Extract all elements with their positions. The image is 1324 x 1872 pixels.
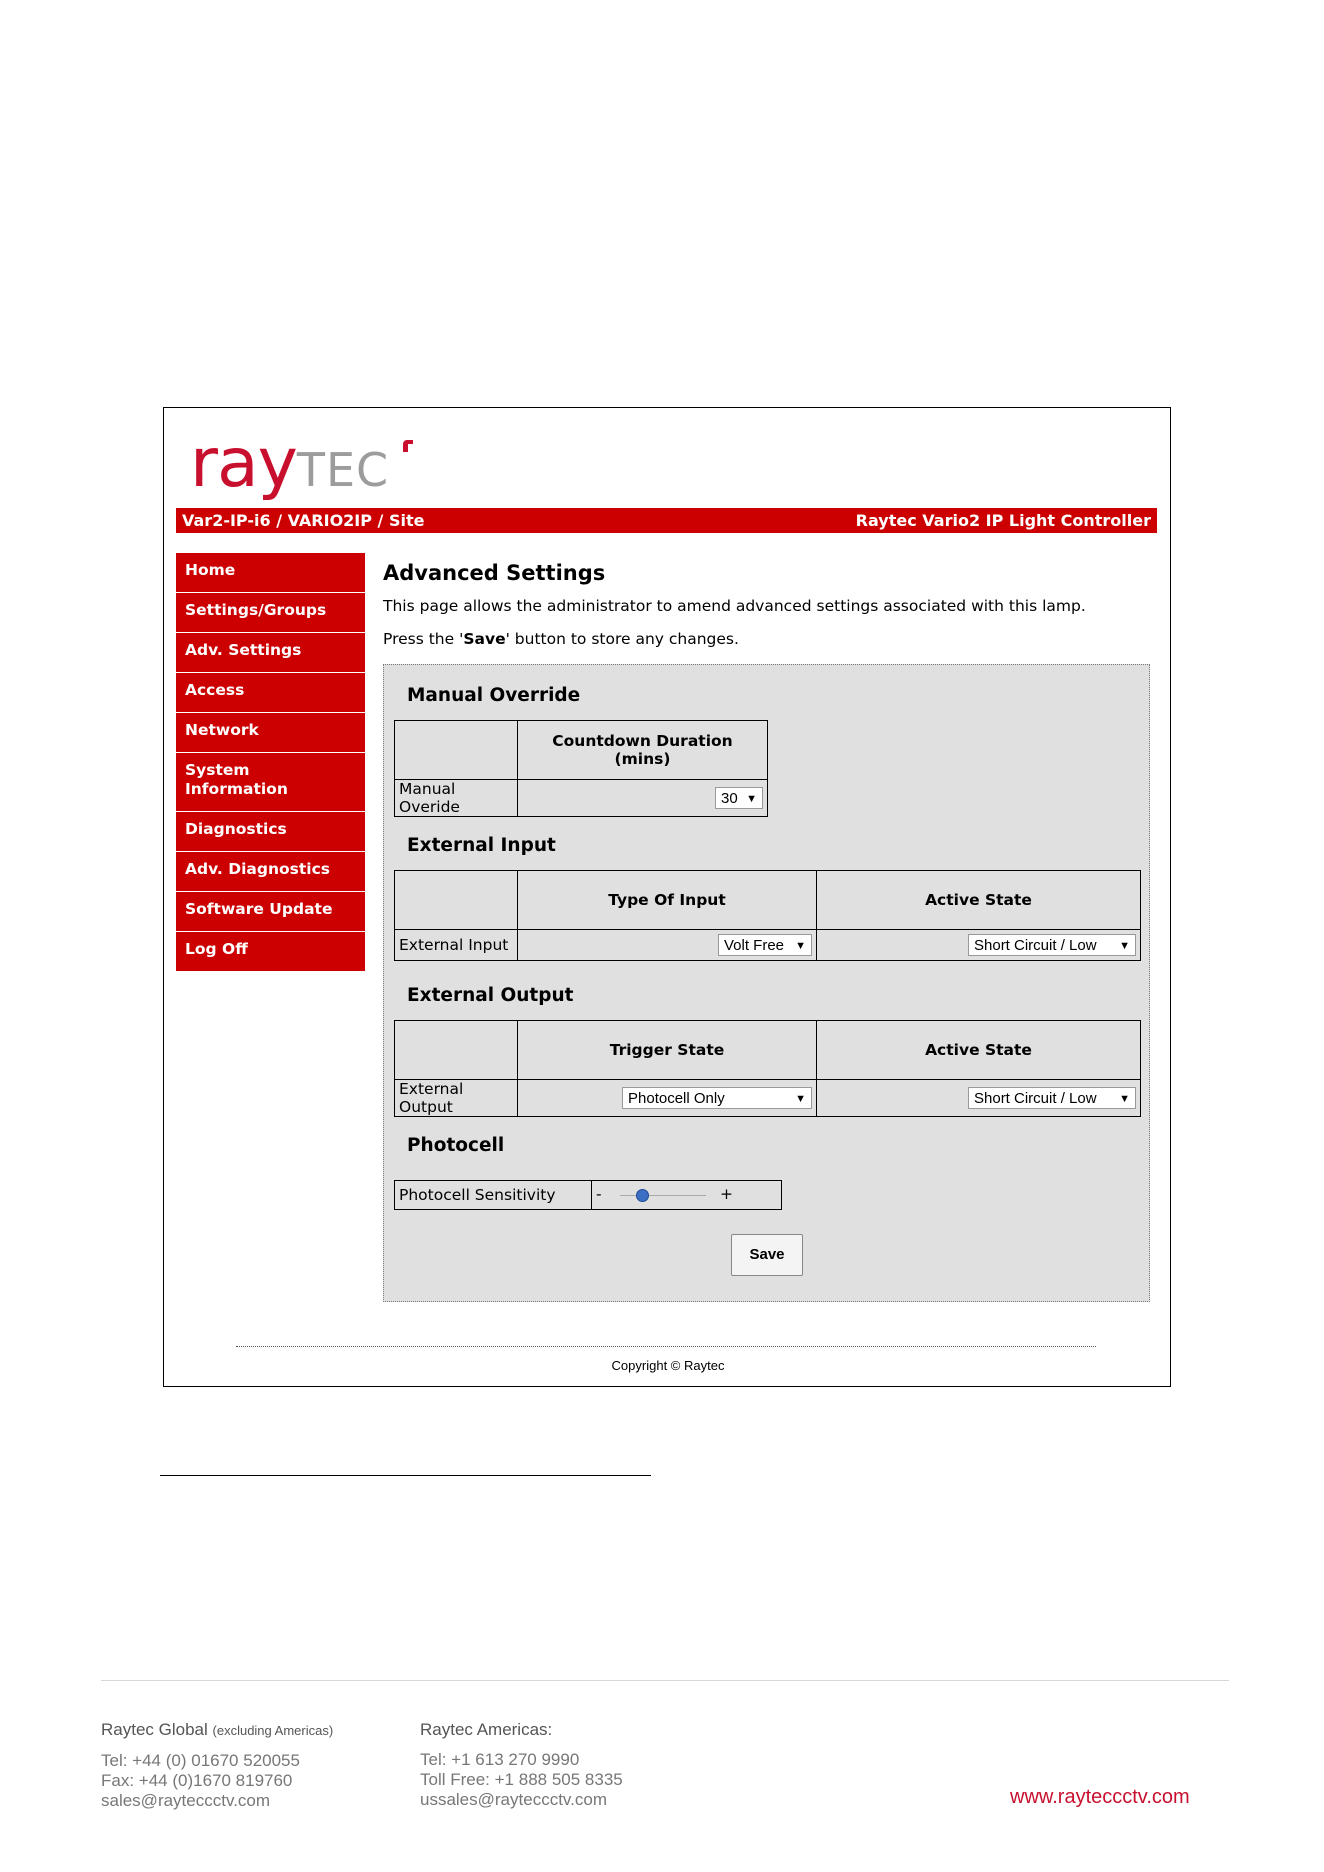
nav-access[interactable]: Access (176, 673, 365, 713)
page-title: Advanced Settings (383, 561, 606, 585)
slider-plus-label: + (720, 1185, 733, 1203)
logo-mark-icon (403, 440, 413, 452)
column-header-type-of-input: Type Of Input (517, 870, 817, 930)
nav-software-update[interactable]: Software Update (176, 892, 365, 932)
input-type-select[interactable]: Volt Free ▼ (718, 934, 812, 956)
nav-log-off[interactable]: Log Off (176, 932, 365, 972)
trigger-state-select[interactable]: Photocell Only ▼ (622, 1087, 812, 1109)
copyright-text: Copyright © Raytec (611, 1358, 725, 1373)
external-output-table: Trigger State Active State External Outp… (394, 1020, 1141, 1117)
column-header-countdown: Countdown Duration (mins) (517, 720, 768, 780)
row-label-external-input: External Input (394, 929, 518, 961)
device-path: Var2-IP-i6 / VARIO2IP / Site (182, 511, 425, 530)
dropdown-arrow-icon: ▼ (1119, 940, 1130, 952)
photocell-sensitivity-label: Photocell Sensitivity (395, 1181, 592, 1209)
contact-global: Raytec Global (excluding Americas) Tel: … (101, 1720, 334, 1810)
nav-adv-diagnostics[interactable]: Adv. Diagnostics (176, 852, 365, 892)
main-content: Advanced Settings This page allows the a… (383, 553, 1163, 663)
footer-divider (236, 1346, 1096, 1347)
intro-text: This page allows the administrator to am… (383, 597, 1086, 615)
dropdown-arrow-icon: ▼ (795, 1093, 806, 1105)
section-title-photocell: Photocell (407, 1135, 505, 1156)
row-label-external-output: External Output (394, 1079, 518, 1117)
section-title-external-input: External Input (407, 835, 556, 856)
letterhead-divider (101, 1680, 1229, 1681)
nav-network[interactable]: Network (176, 713, 365, 753)
document-rule (160, 1475, 651, 1476)
dropdown-arrow-icon: ▼ (1119, 1093, 1130, 1105)
save-instruction: Press the 'Save' button to store any cha… (383, 630, 739, 648)
contact-americas: Raytec Americas: Tel: +1 613 270 9990 To… (420, 1720, 623, 1809)
nav-settings-groups[interactable]: Settings/Groups (176, 593, 365, 633)
raytec-logo: rayTEC (190, 428, 413, 500)
website-link[interactable]: www.rayteccctv.com (1010, 1786, 1190, 1809)
section-title-external-output: External Output (407, 985, 574, 1006)
dropdown-arrow-icon: ▼ (795, 940, 806, 952)
nav-diagnostics[interactable]: Diagnostics (176, 812, 365, 852)
settings-panel: Manual Override Countdown Duration (mins… (383, 664, 1150, 1302)
nav-system-information[interactable]: System Information (176, 753, 365, 812)
slider-minus-label: - (596, 1185, 602, 1203)
column-header-active-state: Active State (816, 1020, 1141, 1080)
output-active-state-select[interactable]: Short Circuit / Low ▼ (968, 1087, 1136, 1109)
column-header-active-state: Active State (816, 870, 1141, 930)
nav-adv-settings[interactable]: Adv. Settings (176, 633, 365, 673)
input-active-state-select[interactable]: Short Circuit / Low ▼ (968, 934, 1136, 956)
save-button[interactable]: Save (731, 1234, 803, 1276)
photocell-sensitivity-slider[interactable] (620, 1189, 706, 1202)
section-title-manual-override: Manual Override (407, 685, 581, 706)
header-bar: Var2-IP-i6 / VARIO2IP / Site Raytec Vari… (176, 508, 1157, 533)
screenshot-frame: rayTEC Var2-IP-i6 / VARIO2IP / Site Rayt… (163, 407, 1171, 1387)
slider-thumb[interactable] (635, 1189, 649, 1202)
external-input-table: Type Of Input Active State External Inpu… (394, 870, 1141, 961)
countdown-duration-select[interactable]: 30 ▼ (715, 787, 763, 809)
manual-override-table: Countdown Duration (mins) Manual Overide… (394, 720, 768, 817)
nav-home[interactable]: Home (176, 553, 365, 593)
sidebar-nav: Home Settings/Groups Adv. Settings Acces… (176, 553, 365, 972)
product-name: Raytec Vario2 IP Light Controller (855, 511, 1151, 530)
row-label-manual-override: Manual Overide (394, 779, 518, 817)
photocell-sensitivity-row: Photocell Sensitivity - + (394, 1180, 782, 1210)
column-header-trigger-state: Trigger State (517, 1020, 817, 1080)
dropdown-arrow-icon: ▼ (746, 793, 757, 805)
